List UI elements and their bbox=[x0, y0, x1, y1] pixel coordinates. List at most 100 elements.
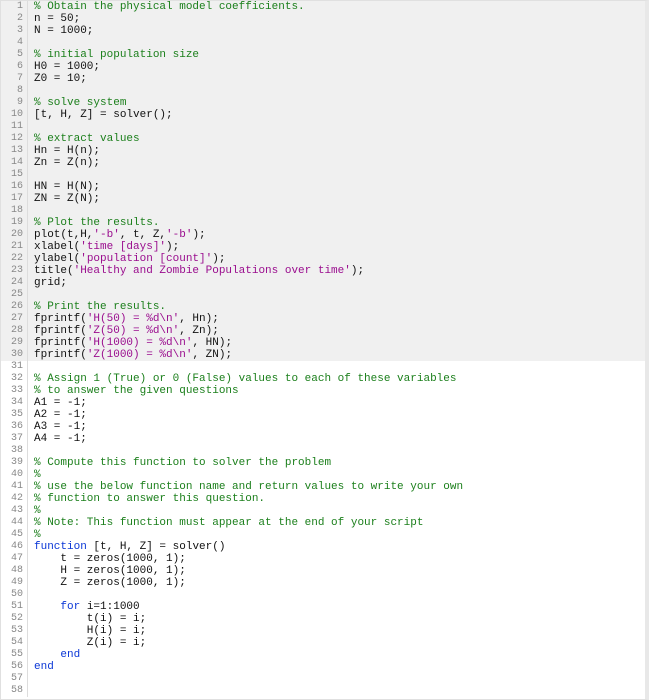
line-content[interactable]: % to answer the given questions bbox=[28, 385, 239, 397]
line-content[interactable]: % bbox=[28, 505, 41, 517]
line-content[interactable]: Zn = Z(n); bbox=[28, 157, 100, 169]
line-content[interactable]: % Print the results. bbox=[28, 301, 166, 313]
line-content[interactable]: HN = H(N); bbox=[28, 181, 100, 193]
code-line[interactable]: 47 t = zeros(1000, 1); bbox=[1, 553, 645, 565]
line-content[interactable] bbox=[28, 37, 41, 49]
line-content[interactable]: % Plot the results. bbox=[28, 217, 159, 229]
line-content[interactable]: A4 = -1; bbox=[28, 433, 87, 445]
code-line[interactable]: 19% Plot the results. bbox=[1, 217, 645, 229]
line-content[interactable]: % solve system bbox=[28, 97, 126, 109]
line-content[interactable]: title('Healthy and Zombie Populations ov… bbox=[28, 265, 364, 277]
code-line[interactable]: 29fprintf('H(1000) = %d\n', HN); bbox=[1, 337, 645, 349]
line-content[interactable]: % Assign 1 (True) or 0 (False) values to… bbox=[28, 373, 456, 385]
code-line[interactable]: 24grid; bbox=[1, 277, 645, 289]
code-line[interactable]: 21xlabel('time [days]'); bbox=[1, 241, 645, 253]
line-content[interactable]: fprintf('H(1000) = %d\n', HN); bbox=[28, 337, 232, 349]
line-content[interactable]: % extract values bbox=[28, 133, 140, 145]
line-content[interactable]: t(i) = i; bbox=[28, 613, 146, 625]
line-content[interactable] bbox=[28, 121, 41, 133]
code-line[interactable]: 27fprintf('H(50) = %d\n', Hn); bbox=[1, 313, 645, 325]
code-line[interactable]: 31 bbox=[1, 361, 645, 373]
code-line[interactable]: 15 bbox=[1, 169, 645, 181]
line-content[interactable]: Z = zeros(1000, 1); bbox=[28, 577, 186, 589]
code-line[interactable]: 51 for i=1:1000 bbox=[1, 601, 645, 613]
code-line[interactable]: 3N = 1000; bbox=[1, 25, 645, 37]
line-content[interactable]: Z0 = 10; bbox=[28, 73, 87, 85]
line-content[interactable]: function [t, H, Z] = solver() bbox=[28, 541, 225, 553]
line-content[interactable]: % bbox=[28, 469, 41, 481]
code-line[interactable]: 11 bbox=[1, 121, 645, 133]
code-line[interactable]: 8 bbox=[1, 85, 645, 97]
line-content[interactable] bbox=[28, 673, 41, 685]
code-line[interactable]: 50 bbox=[1, 589, 645, 601]
line-content[interactable]: A3 = -1; bbox=[28, 421, 87, 433]
line-content[interactable]: end bbox=[28, 661, 54, 673]
line-content[interactable]: n = 50; bbox=[28, 13, 80, 25]
code-line[interactable]: 22ylabel('population [count]'); bbox=[1, 253, 645, 265]
line-content[interactable]: % Note: This function must appear at the… bbox=[28, 517, 423, 529]
code-line[interactable]: 16HN = H(N); bbox=[1, 181, 645, 193]
code-line[interactable]: 5% initial population size bbox=[1, 49, 645, 61]
line-content[interactable] bbox=[28, 685, 41, 697]
code-line[interactable]: 26% Print the results. bbox=[1, 301, 645, 313]
code-line[interactable]: 12% extract values bbox=[1, 133, 645, 145]
line-content[interactable]: H0 = 1000; bbox=[28, 61, 100, 73]
line-content[interactable]: xlabel('time [days]'); bbox=[28, 241, 179, 253]
line-content[interactable]: % function to answer this question. bbox=[28, 493, 265, 505]
code-line[interactable]: 9% solve system bbox=[1, 97, 645, 109]
code-line[interactable]: 38 bbox=[1, 445, 645, 457]
code-line[interactable]: 55 end bbox=[1, 649, 645, 661]
line-content[interactable]: end bbox=[28, 649, 80, 661]
line-content[interactable] bbox=[28, 589, 41, 601]
code-line[interactable]: 36A3 = -1; bbox=[1, 421, 645, 433]
code-line[interactable]: 52 t(i) = i; bbox=[1, 613, 645, 625]
line-content[interactable] bbox=[28, 85, 41, 97]
line-content[interactable]: [t, H, Z] = solver(); bbox=[28, 109, 173, 121]
code-line[interactable]: 49 Z = zeros(1000, 1); bbox=[1, 577, 645, 589]
line-content[interactable] bbox=[28, 445, 41, 457]
code-line[interactable]: 34A1 = -1; bbox=[1, 397, 645, 409]
code-line[interactable]: 28fprintf('Z(50) = %d\n', Zn); bbox=[1, 325, 645, 337]
line-content[interactable]: A1 = -1; bbox=[28, 397, 87, 409]
code-line[interactable]: 48 H = zeros(1000, 1); bbox=[1, 565, 645, 577]
code-line[interactable]: 2n = 50; bbox=[1, 13, 645, 25]
line-content[interactable]: Z(i) = i; bbox=[28, 637, 146, 649]
code-line[interactable]: 7Z0 = 10; bbox=[1, 73, 645, 85]
line-content[interactable]: plot(t,H,'-b', t, Z,'-b'); bbox=[28, 229, 206, 241]
line-content[interactable]: for i=1:1000 bbox=[28, 601, 140, 613]
code-line[interactable]: 58 bbox=[1, 685, 645, 697]
line-content[interactable]: fprintf('H(50) = %d\n', Hn); bbox=[28, 313, 219, 325]
line-content[interactable]: grid; bbox=[28, 277, 67, 289]
code-line[interactable]: 46function [t, H, Z] = solver() bbox=[1, 541, 645, 553]
code-line[interactable]: 39% Compute this function to solver the … bbox=[1, 457, 645, 469]
code-line[interactable]: 4 bbox=[1, 37, 645, 49]
line-content[interactable]: A2 = -1; bbox=[28, 409, 87, 421]
code-line[interactable]: 45% bbox=[1, 529, 645, 541]
code-line[interactable]: 14Zn = Z(n); bbox=[1, 157, 645, 169]
code-line[interactable]: 37A4 = -1; bbox=[1, 433, 645, 445]
code-line[interactable]: 42% function to answer this question. bbox=[1, 493, 645, 505]
code-line[interactable]: 44% Note: This function must appear at t… bbox=[1, 517, 645, 529]
line-content[interactable]: % initial population size bbox=[28, 49, 199, 61]
line-content[interactable]: fprintf('Z(1000) = %d\n', ZN); bbox=[28, 349, 232, 361]
line-content[interactable]: H(i) = i; bbox=[28, 625, 146, 637]
code-line[interactable]: 33% to answer the given questions bbox=[1, 385, 645, 397]
line-content[interactable] bbox=[28, 169, 41, 181]
line-content[interactable]: % Compute this function to solver the pr… bbox=[28, 457, 331, 469]
code-line[interactable]: 40% bbox=[1, 469, 645, 481]
line-content[interactable] bbox=[28, 205, 41, 217]
code-line[interactable]: 30fprintf('Z(1000) = %d\n', ZN); bbox=[1, 349, 645, 361]
code-line[interactable]: 13Hn = H(n); bbox=[1, 145, 645, 157]
code-line[interactable]: 41% use the below function name and retu… bbox=[1, 481, 645, 493]
code-line[interactable]: 23title('Healthy and Zombie Populations … bbox=[1, 265, 645, 277]
line-content[interactable]: ylabel('population [count]'); bbox=[28, 253, 225, 265]
line-content[interactable] bbox=[28, 289, 41, 301]
line-content[interactable] bbox=[28, 361, 41, 373]
code-line[interactable]: 35A2 = -1; bbox=[1, 409, 645, 421]
line-content[interactable]: fprintf('Z(50) = %d\n', Zn); bbox=[28, 325, 219, 337]
code-line[interactable]: 25 bbox=[1, 289, 645, 301]
code-line[interactable]: 43% bbox=[1, 505, 645, 517]
code-line[interactable]: 6H0 = 1000; bbox=[1, 61, 645, 73]
line-content[interactable]: N = 1000; bbox=[28, 25, 93, 37]
line-content[interactable]: ZN = Z(N); bbox=[28, 193, 100, 205]
